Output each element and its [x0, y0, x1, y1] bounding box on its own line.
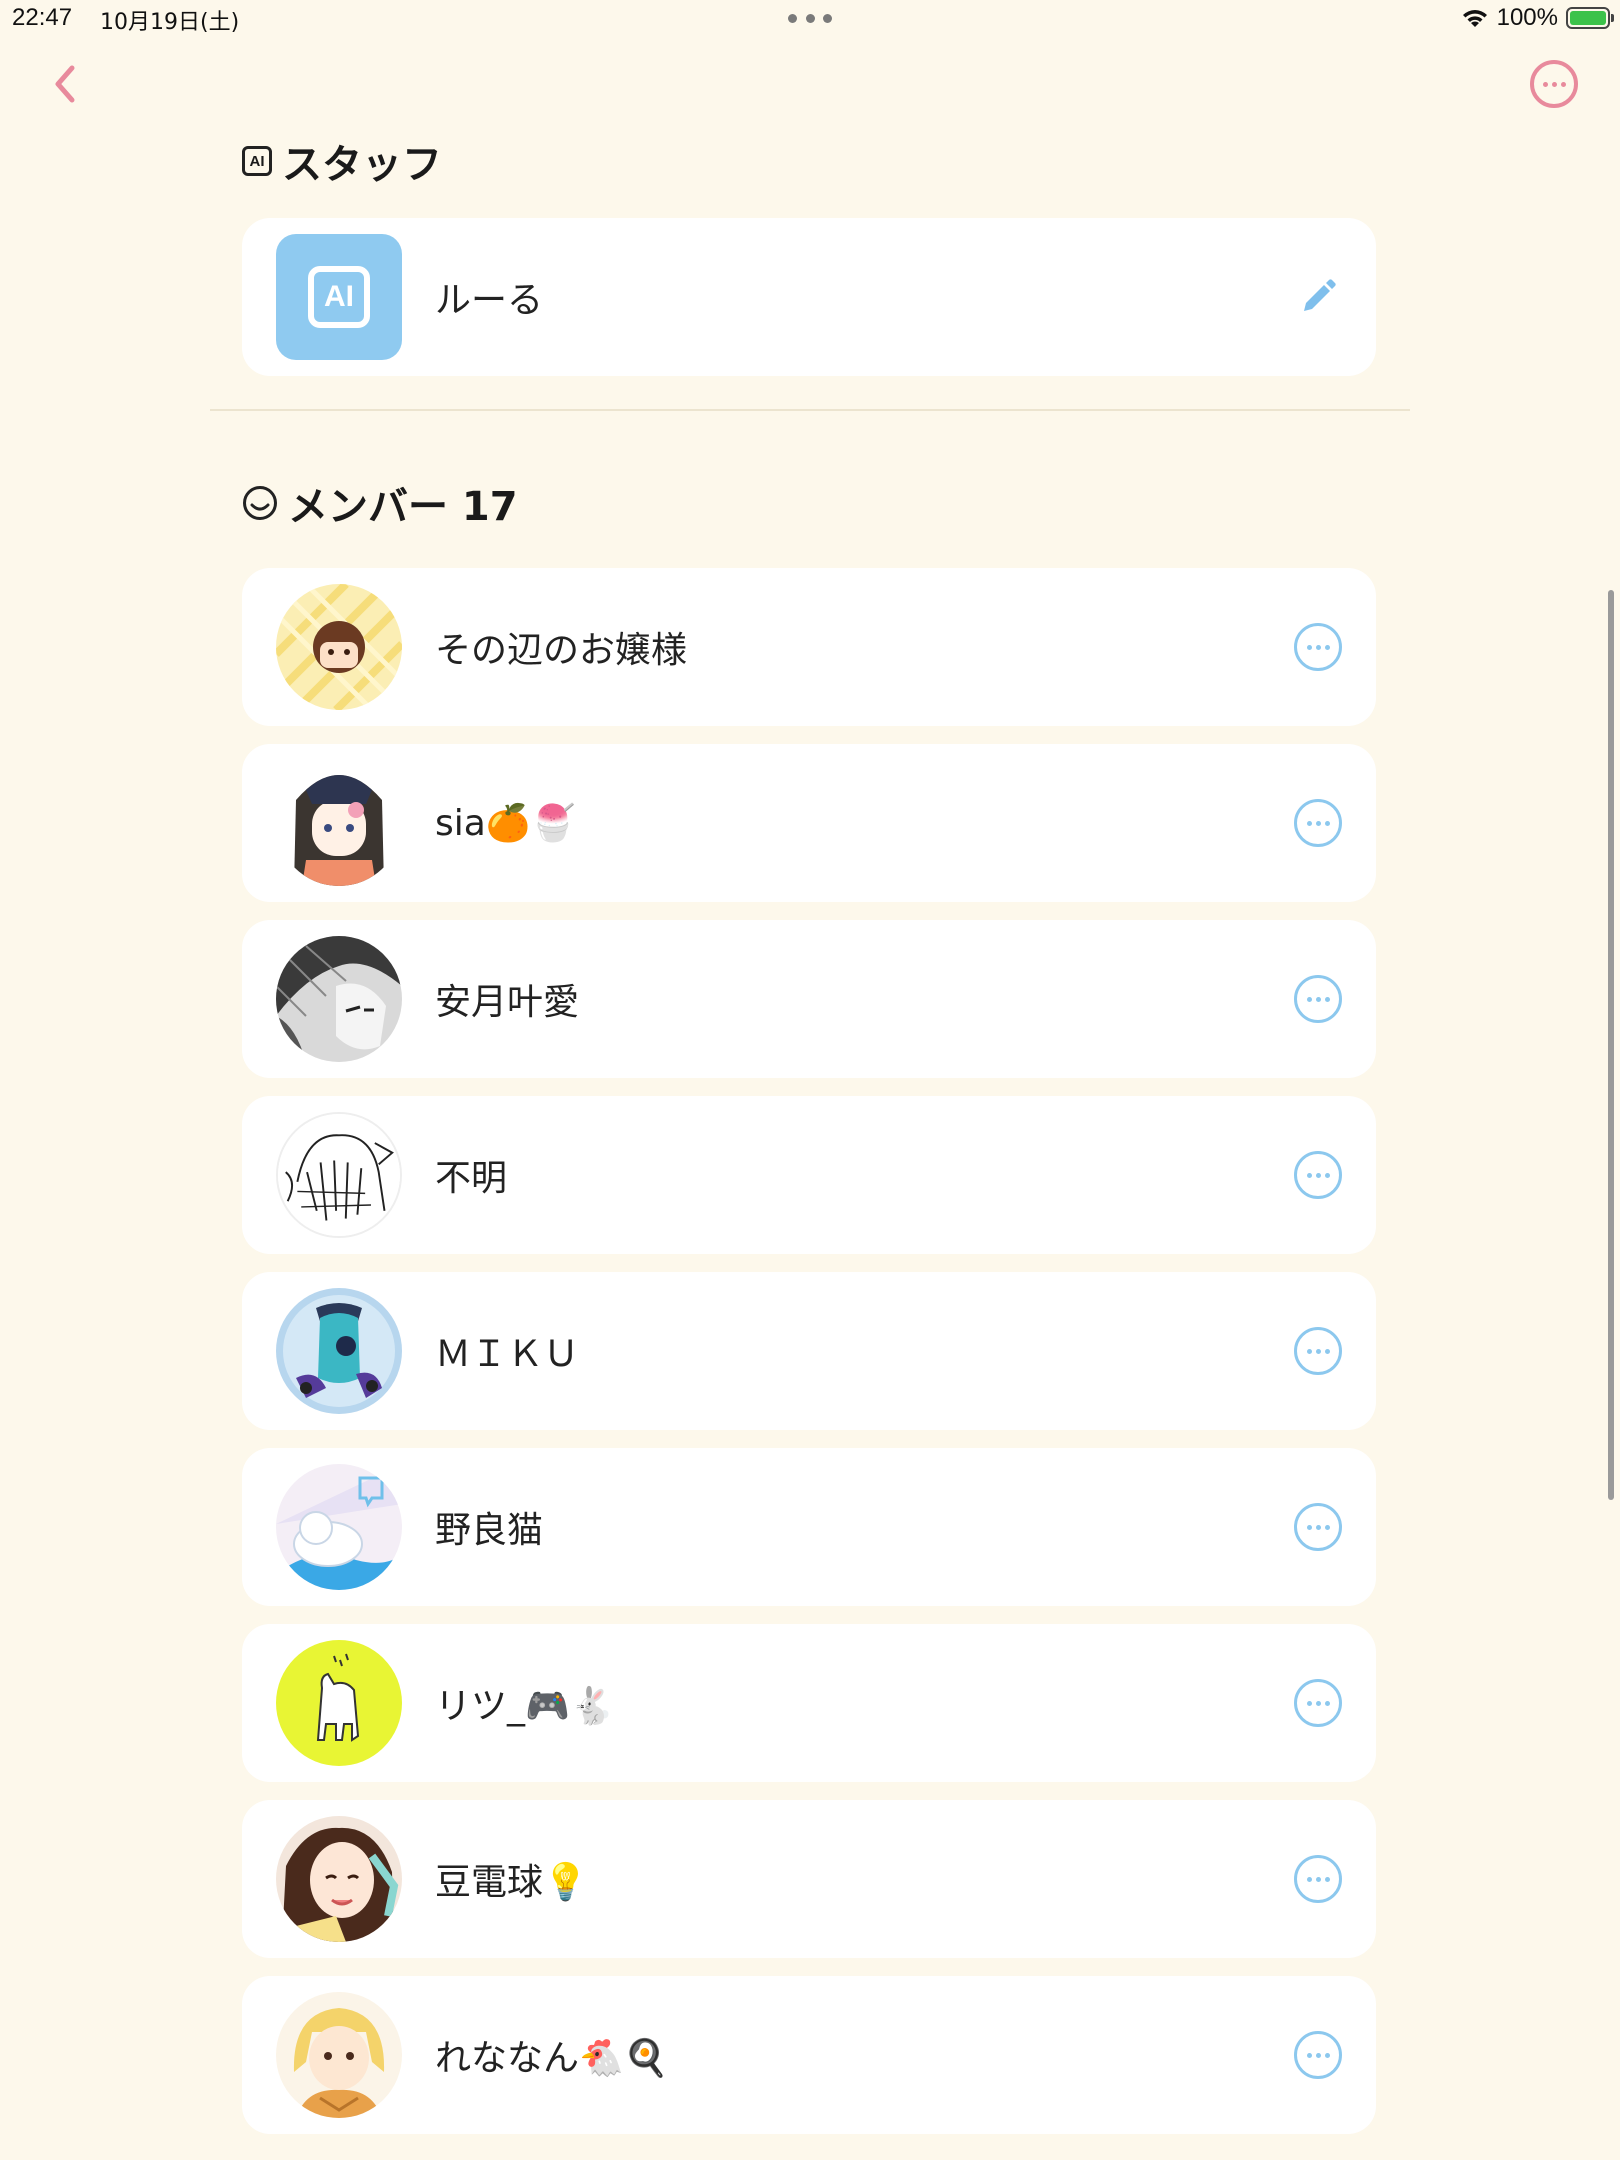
ai-avatar: AI — [276, 234, 402, 360]
multitasking-dots-icon[interactable] — [788, 14, 832, 24]
member-card[interactable]: sia🍊🍧 — [242, 744, 1376, 902]
section-divider — [210, 409, 1410, 411]
avatar[interactable] — [276, 1112, 402, 1238]
more-options-button[interactable] — [1530, 60, 1578, 108]
smile-icon — [243, 486, 277, 520]
chevron-left-icon — [55, 65, 75, 103]
member-card[interactable]: 豆電球💡 — [242, 1800, 1376, 1958]
avatar[interactable] — [276, 1288, 402, 1414]
status-right: 100% — [1461, 4, 1614, 32]
member-card[interactable]: その辺のお嬢様 — [242, 568, 1376, 726]
pencil-icon[interactable] — [1296, 275, 1340, 319]
member-name: 不明 — [435, 1158, 508, 1199]
member-more-button[interactable] — [1294, 1503, 1342, 1551]
member-more-button[interactable] — [1294, 623, 1342, 671]
member-more-button[interactable] — [1294, 2031, 1342, 2079]
battery-percentage: 100% — [1496, 4, 1558, 31]
scrollbar[interactable] — [1608, 590, 1614, 1500]
member-name: 安月叶愛 — [435, 982, 580, 1023]
member-name: 野良猫 — [435, 1510, 544, 1551]
avatar[interactable] — [276, 1992, 402, 2118]
member-name: れななん🐔🍳 — [435, 2038, 669, 2079]
avatar[interactable] — [276, 936, 402, 1062]
staff-section-title: スタッフ — [282, 142, 442, 188]
member-card[interactable]: ＭＩＫＵ — [242, 1272, 1376, 1430]
ai-avatar-label: AI — [308, 266, 370, 328]
staff-section-header: AI スタッフ — [242, 132, 442, 190]
avatar[interactable] — [276, 584, 402, 710]
member-more-button[interactable] — [1294, 1151, 1342, 1199]
member-more-button[interactable] — [1294, 1679, 1342, 1727]
ai-icon: AI — [242, 146, 272, 176]
member-card[interactable]: 不明 — [242, 1096, 1376, 1254]
member-name: その辺のお嬢様 — [435, 630, 688, 671]
status-date: 10月19日(土) — [100, 10, 240, 35]
avatar[interactable] — [276, 760, 402, 886]
member-section-header: メンバー 17 — [242, 474, 518, 532]
staff-card[interactable]: AI ルーる — [242, 218, 1376, 376]
wifi-icon — [1462, 10, 1487, 27]
member-more-button[interactable] — [1294, 1327, 1342, 1375]
member-more-button[interactable] — [1294, 975, 1342, 1023]
member-card[interactable]: れななん🐔🍳 — [242, 1976, 1376, 2134]
battery-icon — [1566, 7, 1614, 29]
avatar[interactable] — [276, 1816, 402, 1942]
avatar[interactable] — [276, 1640, 402, 1766]
staff-name: ルーる — [435, 280, 544, 321]
member-more-button[interactable] — [1294, 1855, 1342, 1903]
member-section-title: メンバー 17 — [288, 484, 518, 530]
member-name: sia🍊🍧 — [435, 803, 576, 844]
back-button[interactable] — [44, 60, 84, 108]
member-name: ＭＩＫＵ — [435, 1334, 580, 1375]
status-bar: 22:47 10月19日(土) 100% — [0, 0, 1620, 40]
avatar[interactable] — [276, 1464, 402, 1590]
member-card[interactable]: リツ_🎮🐇 — [242, 1624, 1376, 1782]
member-more-button[interactable] — [1294, 799, 1342, 847]
status-time: 22:47 — [12, 4, 73, 31]
member-card[interactable]: 安月叶愛 — [242, 920, 1376, 1078]
member-name: リツ_🎮🐇 — [435, 1686, 615, 1727]
member-card[interactable]: 野良猫 — [242, 1448, 1376, 1606]
member-name: 豆電球💡 — [435, 1862, 588, 1903]
